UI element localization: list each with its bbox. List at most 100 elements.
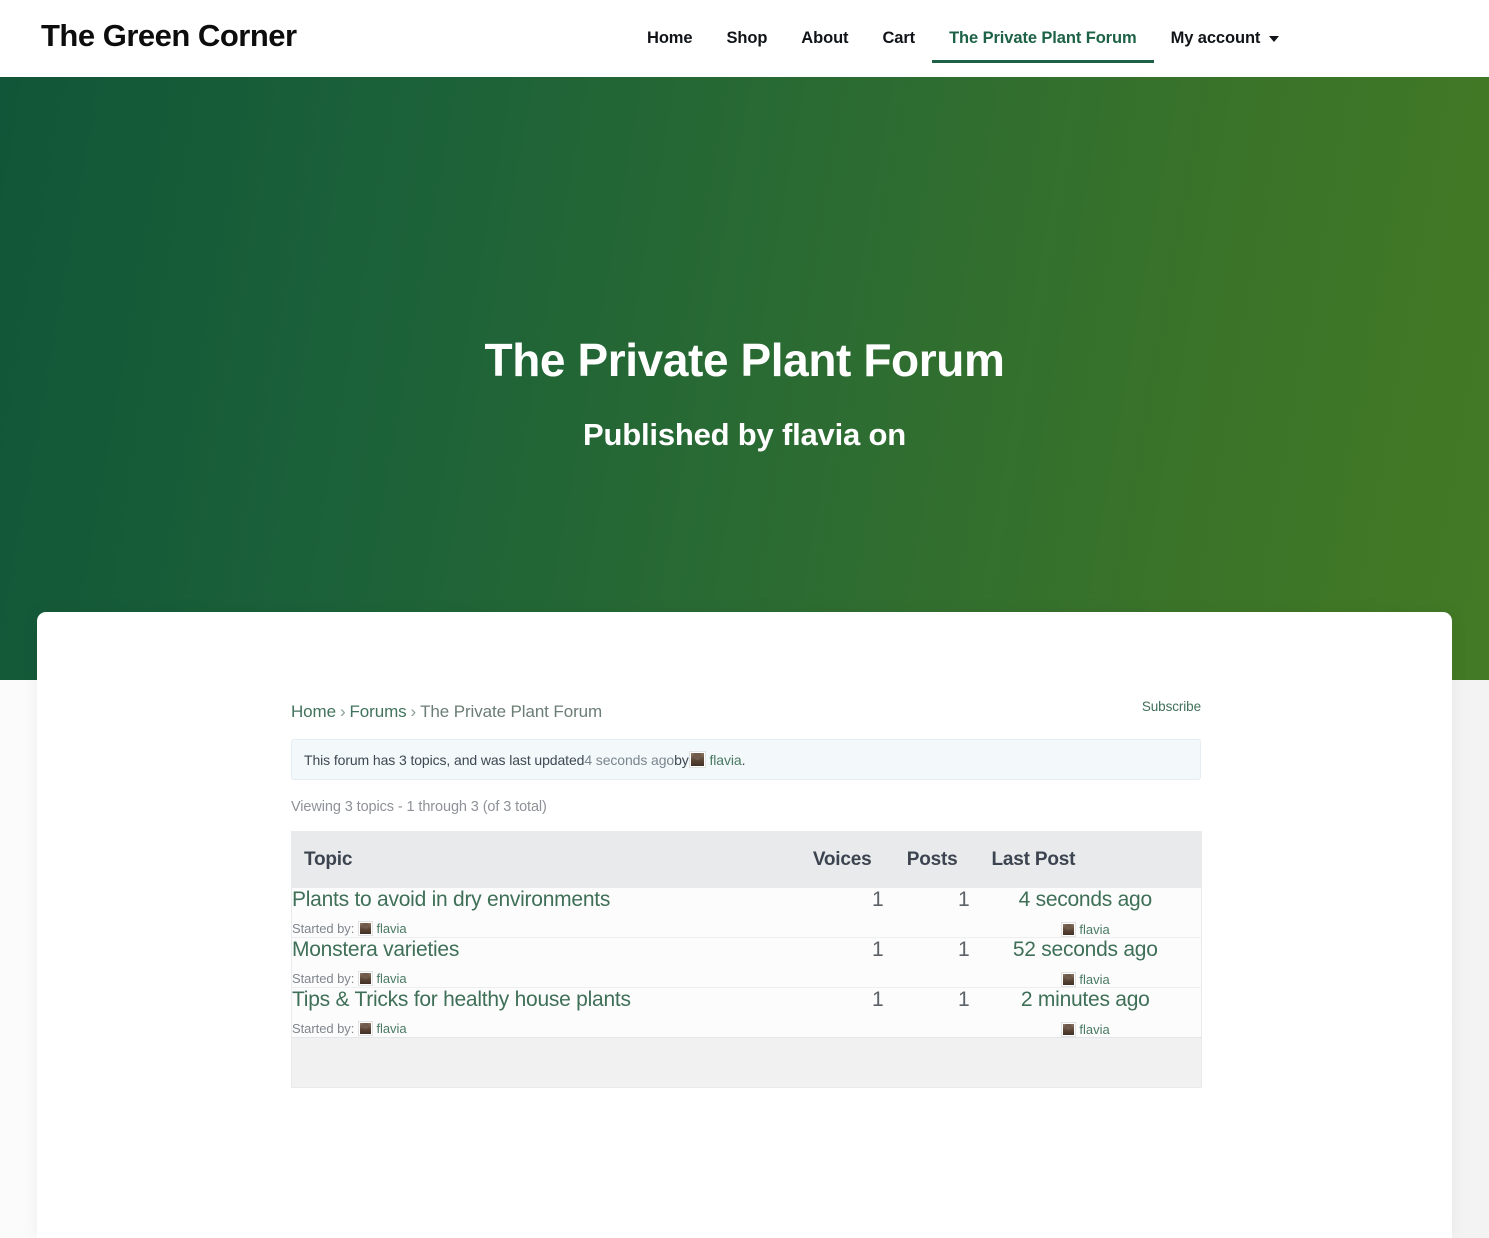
avatar (1060, 922, 1076, 937)
nav-item-shop[interactable]: Shop (709, 0, 784, 77)
table-footer-row (291, 1037, 1202, 1088)
avatar-image (1062, 1024, 1074, 1035)
topics-table-body: Plants to avoid in dry environments Star… (291, 888, 1202, 1088)
started-by-user[interactable]: flavia (376, 1021, 406, 1036)
topic-started-by: Started by: flavia (292, 920, 788, 936)
topics-table-head: Topic Voices Posts Last Post (291, 831, 1202, 888)
column-header-posts[interactable]: Posts (883, 831, 970, 888)
breadcrumb: Home › Forums › The Private Plant Forum (291, 702, 602, 722)
nav-label-cart: Cart (882, 29, 916, 47)
breadcrumb-item-current: The Private Plant Forum (420, 702, 603, 721)
cell-last-post: 4 seconds ago flavia (969, 888, 1202, 938)
nav-label-private-plant-forum: The Private Plant Forum (949, 29, 1137, 47)
cell-voices: 1 (787, 987, 884, 1038)
last-post-time-link[interactable]: 4 seconds ago (970, 888, 1202, 912)
started-by-user[interactable]: flavia (376, 921, 406, 936)
started-by-label: Started by: (292, 970, 355, 986)
site-header: The Green Corner Home Shop About Cart Th… (0, 0, 1489, 77)
cell-last-post: 2 minutes ago flavia (969, 987, 1202, 1038)
last-post-time-link[interactable]: 2 minutes ago (970, 988, 1202, 1012)
nav-label-about: About (801, 29, 849, 47)
subscribe-button[interactable]: Subscribe (1142, 699, 1201, 714)
notice-user-link[interactable]: flavia (710, 752, 742, 768)
cell-topic: Tips & Tricks for healthy house plants S… (291, 987, 788, 1038)
cell-posts: 1 (883, 888, 970, 938)
avatar-image (359, 972, 371, 984)
notice-time: 4 seconds ago (584, 751, 675, 768)
avatar (357, 970, 373, 986)
hero-published-suffix: on (860, 416, 906, 452)
nav-label-home: Home (647, 29, 693, 47)
cell-topic: Plants to avoid in dry environments Star… (291, 888, 788, 938)
notice-by: by (674, 751, 689, 768)
cell-topic: Monstera varieties Started by: flavia (291, 937, 788, 988)
forum-container: Home › Forums › The Private Plant Forum Subs… (291, 697, 1202, 1088)
breadcrumb-separator-2: › (410, 702, 417, 721)
content-card: Home › Forums › The Private Plant Forum Subs… (37, 612, 1452, 1238)
topic-link[interactable]: Plants to avoid in dry environments (292, 888, 788, 912)
cell-voices: 1 (787, 937, 884, 988)
last-post-user[interactable]: flavia (1079, 972, 1109, 987)
nav-item-cart[interactable]: Cart (865, 0, 932, 77)
topics-table-header-row: Topic Voices Posts Last Post (291, 831, 1202, 888)
avatar-image (1062, 974, 1074, 985)
breadcrumb-item-home[interactable]: Home (291, 702, 336, 721)
topics-table: Topic Voices Posts Last Post Plants to a… (291, 831, 1202, 1088)
table-footer-cell (883, 1037, 970, 1088)
last-post-author: flavia (970, 1022, 1202, 1037)
table-footer-cell (787, 1037, 884, 1088)
page-root: The Green Corner Home Shop About Cart Th… (0, 0, 1489, 1238)
breadcrumb-separator: › (339, 702, 346, 721)
nav-item-my-account[interactable]: My account (1154, 0, 1297, 77)
avatar-image (1062, 924, 1074, 935)
site-logo[interactable]: The Green Corner (41, 18, 297, 54)
avatar (357, 1020, 373, 1036)
last-post-author: flavia (970, 922, 1202, 937)
avatar (1060, 972, 1076, 987)
avatar (1060, 1022, 1076, 1037)
started-by-label: Started by: (292, 920, 355, 936)
avatar (357, 920, 373, 936)
notice-period: . (741, 751, 746, 768)
topic-started-by: Started by: flavia (292, 1020, 788, 1036)
table-row[interactable]: Monstera varieties Started by: flavia 1 … (291, 937, 1202, 988)
table-footer-cell (291, 1037, 788, 1088)
avatar (688, 751, 706, 768)
last-post-time-link[interactable]: 52 seconds ago (970, 938, 1202, 962)
nav-item-home[interactable]: Home (630, 0, 709, 77)
hero-author: flavia (781, 416, 861, 452)
topic-started-by: Started by: flavia (292, 970, 788, 986)
topic-link[interactable]: Tips & Tricks for healthy house plants (292, 988, 788, 1012)
breadcrumb-item-forums[interactable]: Forums (350, 702, 407, 721)
table-row[interactable]: Plants to avoid in dry environments Star… (291, 888, 1202, 938)
column-header-topic[interactable]: Topic (291, 831, 788, 888)
table-row[interactable]: Tips & Tricks for healthy house plants S… (291, 987, 1202, 1038)
cell-voices: 1 (787, 888, 884, 938)
breadcrumb-row: Home › Forums › The Private Plant Forum Subs… (291, 697, 1201, 727)
avatar-image (690, 753, 704, 766)
column-header-voices[interactable]: Voices (787, 831, 884, 888)
cell-posts: 1 (883, 937, 970, 988)
page-title: The Private Plant Forum (484, 334, 1005, 386)
column-header-last-post[interactable]: Last Post (969, 831, 1202, 888)
nav-item-private-plant-forum[interactable]: The Private Plant Forum (932, 0, 1154, 77)
nav-label-my-account: My account (1170, 29, 1261, 47)
last-post-user[interactable]: flavia (1079, 922, 1109, 937)
forum-notice: This forum has 3 topics, and was last up… (291, 739, 1201, 780)
started-by-label: Started by: (292, 1020, 355, 1036)
avatar-image (359, 1022, 371, 1034)
last-post-author: flavia (970, 972, 1202, 987)
hero-published-prefix: Published by (583, 416, 782, 452)
cell-last-post: 52 seconds ago flavia (969, 937, 1202, 988)
notice-prefix: This forum has 3 topics, and was last up… (304, 751, 585, 768)
viewing-count: Viewing 3 topics - 1 through 3 (of 3 tot… (291, 799, 547, 815)
hero-content: The Private Plant Forum Published by fla… (0, 77, 1489, 680)
chevron-down-icon (1269, 35, 1280, 42)
hero-banner: The Private Plant Forum Published by fla… (0, 77, 1489, 680)
started-by-user[interactable]: flavia (376, 971, 406, 986)
topic-link[interactable]: Monstera varieties (292, 938, 788, 962)
nav-label-shop: Shop (726, 29, 768, 47)
last-post-user[interactable]: flavia (1079, 1022, 1109, 1037)
nav-item-about[interactable]: About (784, 0, 865, 77)
cell-posts: 1 (883, 987, 970, 1038)
